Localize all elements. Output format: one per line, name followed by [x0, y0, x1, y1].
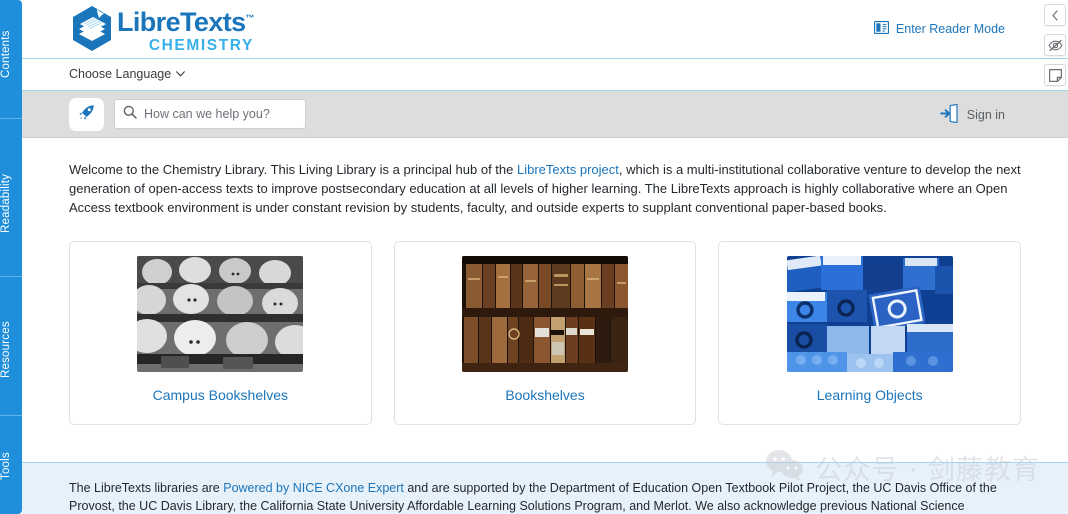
logo-wordmark: LibreTexts™	[117, 7, 255, 37]
choose-language-dropdown[interactable]: Choose Language	[69, 67, 186, 81]
choose-language-label: Choose Language	[69, 67, 172, 81]
sidebar-divider-3	[0, 415, 22, 416]
site-header: LibreTexts™ CHEMISTRY Enter Reader Mode	[22, 0, 1068, 59]
eye-off-icon	[1047, 39, 1063, 52]
search-icon	[123, 105, 137, 124]
sidebar-item-contents[interactable]: Contents	[0, 8, 22, 100]
sidebar-item-label: Resources	[0, 321, 12, 379]
sidebar-item-tools[interactable]: Tools	[0, 435, 22, 497]
rocket-icon	[78, 104, 95, 126]
card-label: Campus Bookshelves	[152, 387, 289, 403]
page-root: Contents Readability Resources Tools Lib…	[0, 0, 1068, 514]
left-sidebar: Contents Readability Resources Tools	[0, 0, 22, 514]
enter-reader-mode-button[interactable]: Enter Reader Mode	[873, 20, 1005, 37]
notes-button[interactable]	[1044, 64, 1066, 86]
card-label: Learning Objects	[816, 387, 923, 403]
reader-mode-icon	[873, 20, 890, 37]
card-bookshelves[interactable]: Bookshelves	[393, 241, 697, 425]
libretexts-logo[interactable]: LibreTexts™ CHEMISTRY	[69, 4, 255, 55]
sidebar-item-label: Tools	[0, 452, 12, 480]
enter-reader-mode-label: Enter Reader Mode	[895, 22, 1005, 36]
sticky-note-icon	[1048, 68, 1062, 82]
card-campus-bookshelves[interactable]: Campus Bookshelves	[69, 241, 372, 425]
sign-in-label: Sign in	[966, 108, 1005, 122]
sidebar-item-readability[interactable]: Readability	[0, 148, 22, 258]
nice-cxone-expert-link[interactable]: Powered by NICE CXone Expert	[223, 481, 404, 495]
search-toolbar: Sign in	[22, 91, 1068, 138]
lecture-hall-seats-image	[137, 256, 304, 372]
footer-paragraph: The LibreTexts libraries are Powered by …	[22, 463, 1068, 514]
intro-segment-1: Welcome to the Chemistry Library. This L…	[69, 162, 517, 177]
sidebar-item-resources[interactable]: Resources	[0, 300, 22, 400]
sign-in-icon	[940, 103, 959, 126]
card-learning-objects[interactable]: Learning Objects	[718, 241, 1022, 425]
chevron-down-icon	[176, 69, 186, 80]
hide-annotations-button[interactable]	[1044, 34, 1066, 56]
language-bar: Choose Language	[22, 59, 1068, 91]
main-content: Welcome to the Chemistry Library. This L…	[22, 138, 1068, 425]
sidebar-divider-1	[0, 118, 22, 119]
collapse-panel-button[interactable]	[1044, 4, 1066, 26]
libretexts-project-link[interactable]: LibreTexts project	[517, 162, 619, 177]
sidebar-item-label: Contents	[0, 30, 12, 78]
card-label: Bookshelves	[505, 387, 585, 403]
card-grid: Campus Bookshelves Bookshelves Learning …	[69, 241, 1022, 425]
blue-lego-bricks-image	[786, 256, 953, 372]
sidebar-divider-2	[0, 276, 22, 277]
logo-wordmark-text: LibreTexts	[117, 7, 246, 37]
site-footer: The LibreTexts libraries are Powered by …	[22, 462, 1068, 514]
logo-text-block: LibreTexts™ CHEMISTRY	[117, 4, 255, 55]
rocket-launch-button[interactable]	[69, 98, 104, 131]
search-input[interactable]	[144, 107, 294, 121]
right-button-rail	[1042, 0, 1068, 95]
footer-segment-1: The LibreTexts libraries are	[69, 481, 224, 495]
logo-subtitle: CHEMISTRY	[148, 37, 254, 54]
sidebar-item-label: Readability	[0, 173, 12, 233]
antique-books-image	[462, 256, 628, 372]
sign-in-button[interactable]: Sign in	[940, 103, 1005, 126]
search-field-wrapper[interactable]	[114, 99, 306, 129]
page-content-frame: LibreTexts™ CHEMISTRY Enter Reader Mode	[22, 0, 1068, 514]
logo-trademark: ™	[245, 13, 255, 23]
libretexts-hexagon-book-logo-icon	[69, 4, 115, 54]
chevron-left-icon	[1051, 9, 1059, 21]
intro-paragraph: Welcome to the Chemistry Library. This L…	[69, 160, 1021, 217]
